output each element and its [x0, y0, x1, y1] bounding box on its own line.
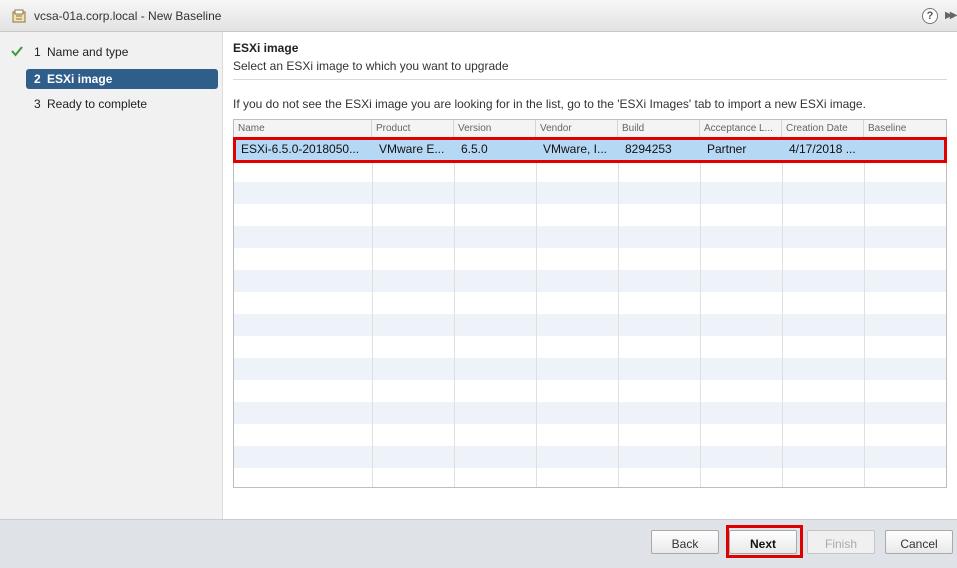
- cell-product: VMware E...: [379, 142, 445, 156]
- finish-button: Finish: [807, 530, 875, 554]
- column-header-product[interactable]: Product: [372, 120, 454, 137]
- cell-creation-date: 4/17/2018 ...: [789, 142, 856, 156]
- section-title: ESXi image: [233, 41, 299, 55]
- nav-step-name-and-type[interactable]: 1 Name and type: [26, 42, 218, 62]
- column-header-creation-date[interactable]: Creation Date: [782, 120, 864, 137]
- table-row[interactable]: ESXi-6.5.0-2018050... VMware E... 6.5.0 …: [234, 138, 946, 160]
- checkmark-icon: [11, 46, 23, 57]
- expand-icon[interactable]: ▶▶: [945, 10, 957, 22]
- hint-text: If you do not see the ESXi image you are…: [233, 97, 866, 111]
- cell-vendor: VMware, I...: [543, 142, 608, 156]
- empty-row: [234, 314, 946, 336]
- empty-row: [234, 358, 946, 380]
- nav-step-number: 3: [34, 97, 41, 111]
- cell-build: 8294253: [625, 142, 672, 156]
- back-button[interactable]: Back: [651, 530, 719, 554]
- column-header-name[interactable]: Name: [234, 120, 372, 137]
- cell-acceptance-level: Partner: [707, 142, 747, 156]
- nav-step-label: Name and type: [47, 45, 129, 59]
- nav-step-number: 2: [34, 72, 41, 86]
- column-header-build[interactable]: Build: [618, 120, 700, 137]
- column-divider: [536, 137, 537, 487]
- column-header-version[interactable]: Version: [454, 120, 536, 137]
- empty-row: [234, 182, 946, 204]
- nav-step-label: ESXi image: [47, 72, 113, 86]
- column-header-baseline[interactable]: Baseline: [864, 120, 946, 137]
- next-button[interactable]: Next: [729, 530, 797, 554]
- baseline-icon: [12, 9, 26, 23]
- cell-name: ESXi-6.5.0-2018050...: [241, 142, 360, 156]
- column-divider: [700, 137, 701, 487]
- empty-row: [234, 270, 946, 292]
- cell-baseline: [864, 138, 946, 160]
- esxi-image-table: Name Product Version Vendor Build Accept…: [233, 119, 947, 488]
- column-divider: [782, 137, 783, 487]
- column-header-acceptance-level[interactable]: Acceptance L...: [700, 120, 782, 137]
- help-icon[interactable]: ?: [922, 8, 938, 24]
- cancel-button[interactable]: Cancel: [885, 530, 953, 554]
- window-title: vcsa-01a.corp.local - New Baseline: [34, 9, 222, 23]
- empty-row: [234, 446, 946, 468]
- title-bar: vcsa-01a.corp.local - New Baseline ? ▶▶: [0, 0, 957, 32]
- cell-version: 6.5.0: [461, 142, 488, 156]
- main-panel: ESXi image Select an ESXi image to which…: [223, 32, 957, 519]
- section-subtitle: Select an ESXi image to which you want t…: [233, 59, 509, 73]
- empty-row: [234, 226, 946, 248]
- empty-row: [234, 402, 946, 424]
- column-divider: [864, 137, 865, 487]
- nav-step-esxi-image[interactable]: 2 ESXi image: [26, 69, 218, 89]
- nav-step-number: 1: [34, 45, 41, 59]
- nav-step-ready-to-complete[interactable]: 3 Ready to complete: [26, 94, 218, 114]
- column-divider: [618, 137, 619, 487]
- column-header-vendor[interactable]: Vendor: [536, 120, 618, 137]
- wizard-steps-nav: 1 Name and type 2 ESXi image 3 Ready to …: [0, 32, 223, 519]
- divider: [233, 79, 947, 80]
- column-divider: [454, 137, 455, 487]
- column-divider: [372, 137, 373, 487]
- table-header: Name Product Version Vendor Build Accept…: [234, 120, 946, 138]
- nav-step-label: Ready to complete: [47, 97, 148, 111]
